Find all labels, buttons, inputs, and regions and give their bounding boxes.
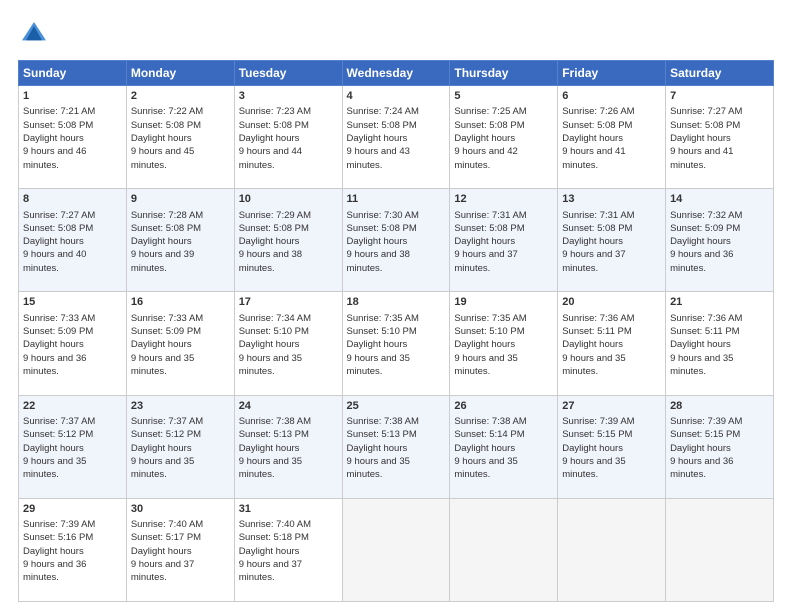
calendar-cell: 31Sunrise: 7:40 AMSunset: 5:18 PMDayligh… bbox=[234, 498, 342, 601]
col-header-tuesday: Tuesday bbox=[234, 61, 342, 86]
calendar-cell: 24Sunrise: 7:38 AMSunset: 5:13 PMDayligh… bbox=[234, 395, 342, 498]
day-number: 14 bbox=[670, 192, 769, 207]
day-number: 26 bbox=[454, 399, 553, 414]
calendar-cell: 15Sunrise: 7:33 AMSunset: 5:09 PMDayligh… bbox=[19, 292, 127, 395]
calendar-cell: 20Sunrise: 7:36 AMSunset: 5:11 PMDayligh… bbox=[558, 292, 666, 395]
week-row-5: 29Sunrise: 7:39 AMSunset: 5:16 PMDayligh… bbox=[19, 498, 774, 601]
day-number: 29 bbox=[23, 502, 122, 517]
week-row-1: 1Sunrise: 7:21 AMSunset: 5:08 PMDaylight… bbox=[19, 86, 774, 189]
calendar-cell: 13Sunrise: 7:31 AMSunset: 5:08 PMDayligh… bbox=[558, 189, 666, 292]
calendar-cell: 5Sunrise: 7:25 AMSunset: 5:08 PMDaylight… bbox=[450, 86, 558, 189]
logo-icon bbox=[18, 18, 50, 50]
calendar-cell: 18Sunrise: 7:35 AMSunset: 5:10 PMDayligh… bbox=[342, 292, 450, 395]
day-number: 2 bbox=[131, 89, 230, 104]
calendar-cell: 3Sunrise: 7:23 AMSunset: 5:08 PMDaylight… bbox=[234, 86, 342, 189]
calendar-table: SundayMondayTuesdayWednesdayThursdayFrid… bbox=[18, 60, 774, 602]
week-row-2: 8Sunrise: 7:27 AMSunset: 5:08 PMDaylight… bbox=[19, 189, 774, 292]
calendar-cell: 11Sunrise: 7:30 AMSunset: 5:08 PMDayligh… bbox=[342, 189, 450, 292]
header bbox=[18, 18, 774, 50]
calendar-cell: 9Sunrise: 7:28 AMSunset: 5:08 PMDaylight… bbox=[126, 189, 234, 292]
calendar-cell: 30Sunrise: 7:40 AMSunset: 5:17 PMDayligh… bbox=[126, 498, 234, 601]
day-number: 19 bbox=[454, 295, 553, 310]
calendar-cell: 27Sunrise: 7:39 AMSunset: 5:15 PMDayligh… bbox=[558, 395, 666, 498]
calendar-cell: 6Sunrise: 7:26 AMSunset: 5:08 PMDaylight… bbox=[558, 86, 666, 189]
day-number: 15 bbox=[23, 295, 122, 310]
day-number: 4 bbox=[347, 89, 446, 104]
calendar-cell: 19Sunrise: 7:35 AMSunset: 5:10 PMDayligh… bbox=[450, 292, 558, 395]
calendar-cell bbox=[342, 498, 450, 601]
day-number: 10 bbox=[239, 192, 338, 207]
calendar-cell: 12Sunrise: 7:31 AMSunset: 5:08 PMDayligh… bbox=[450, 189, 558, 292]
calendar-cell: 29Sunrise: 7:39 AMSunset: 5:16 PMDayligh… bbox=[19, 498, 127, 601]
day-number: 24 bbox=[239, 399, 338, 414]
day-number: 7 bbox=[670, 89, 769, 104]
day-number: 31 bbox=[239, 502, 338, 517]
calendar-header-row: SundayMondayTuesdayWednesdayThursdayFrid… bbox=[19, 61, 774, 86]
col-header-wednesday: Wednesday bbox=[342, 61, 450, 86]
calendar-cell: 16Sunrise: 7:33 AMSunset: 5:09 PMDayligh… bbox=[126, 292, 234, 395]
day-number: 17 bbox=[239, 295, 338, 310]
day-number: 21 bbox=[670, 295, 769, 310]
day-number: 25 bbox=[347, 399, 446, 414]
calendar-cell: 26Sunrise: 7:38 AMSunset: 5:14 PMDayligh… bbox=[450, 395, 558, 498]
col-header-friday: Friday bbox=[558, 61, 666, 86]
calendar-cell: 21Sunrise: 7:36 AMSunset: 5:11 PMDayligh… bbox=[666, 292, 774, 395]
calendar-cell bbox=[450, 498, 558, 601]
calendar-cell: 22Sunrise: 7:37 AMSunset: 5:12 PMDayligh… bbox=[19, 395, 127, 498]
calendar-cell: 10Sunrise: 7:29 AMSunset: 5:08 PMDayligh… bbox=[234, 189, 342, 292]
logo bbox=[18, 18, 54, 50]
calendar-cell: 1Sunrise: 7:21 AMSunset: 5:08 PMDaylight… bbox=[19, 86, 127, 189]
col-header-saturday: Saturday bbox=[666, 61, 774, 86]
day-number: 20 bbox=[562, 295, 661, 310]
calendar-cell: 17Sunrise: 7:34 AMSunset: 5:10 PMDayligh… bbox=[234, 292, 342, 395]
day-number: 5 bbox=[454, 89, 553, 104]
day-number: 3 bbox=[239, 89, 338, 104]
day-number: 12 bbox=[454, 192, 553, 207]
col-header-thursday: Thursday bbox=[450, 61, 558, 86]
day-number: 28 bbox=[670, 399, 769, 414]
day-number: 8 bbox=[23, 192, 122, 207]
day-number: 9 bbox=[131, 192, 230, 207]
day-number: 27 bbox=[562, 399, 661, 414]
calendar-cell: 2Sunrise: 7:22 AMSunset: 5:08 PMDaylight… bbox=[126, 86, 234, 189]
calendar-cell: 23Sunrise: 7:37 AMSunset: 5:12 PMDayligh… bbox=[126, 395, 234, 498]
day-number: 22 bbox=[23, 399, 122, 414]
col-header-sunday: Sunday bbox=[19, 61, 127, 86]
day-number: 13 bbox=[562, 192, 661, 207]
calendar-cell: 25Sunrise: 7:38 AMSunset: 5:13 PMDayligh… bbox=[342, 395, 450, 498]
day-number: 16 bbox=[131, 295, 230, 310]
day-number: 23 bbox=[131, 399, 230, 414]
calendar-cell bbox=[666, 498, 774, 601]
calendar-cell: 28Sunrise: 7:39 AMSunset: 5:15 PMDayligh… bbox=[666, 395, 774, 498]
page: SundayMondayTuesdayWednesdayThursdayFrid… bbox=[0, 0, 792, 612]
calendar-cell: 7Sunrise: 7:27 AMSunset: 5:08 PMDaylight… bbox=[666, 86, 774, 189]
day-number: 6 bbox=[562, 89, 661, 104]
week-row-3: 15Sunrise: 7:33 AMSunset: 5:09 PMDayligh… bbox=[19, 292, 774, 395]
col-header-monday: Monday bbox=[126, 61, 234, 86]
calendar-cell: 8Sunrise: 7:27 AMSunset: 5:08 PMDaylight… bbox=[19, 189, 127, 292]
day-number: 18 bbox=[347, 295, 446, 310]
calendar-cell: 4Sunrise: 7:24 AMSunset: 5:08 PMDaylight… bbox=[342, 86, 450, 189]
calendar-cell: 14Sunrise: 7:32 AMSunset: 5:09 PMDayligh… bbox=[666, 189, 774, 292]
day-number: 11 bbox=[347, 192, 446, 207]
calendar-cell bbox=[558, 498, 666, 601]
day-number: 30 bbox=[131, 502, 230, 517]
week-row-4: 22Sunrise: 7:37 AMSunset: 5:12 PMDayligh… bbox=[19, 395, 774, 498]
day-number: 1 bbox=[23, 89, 122, 104]
